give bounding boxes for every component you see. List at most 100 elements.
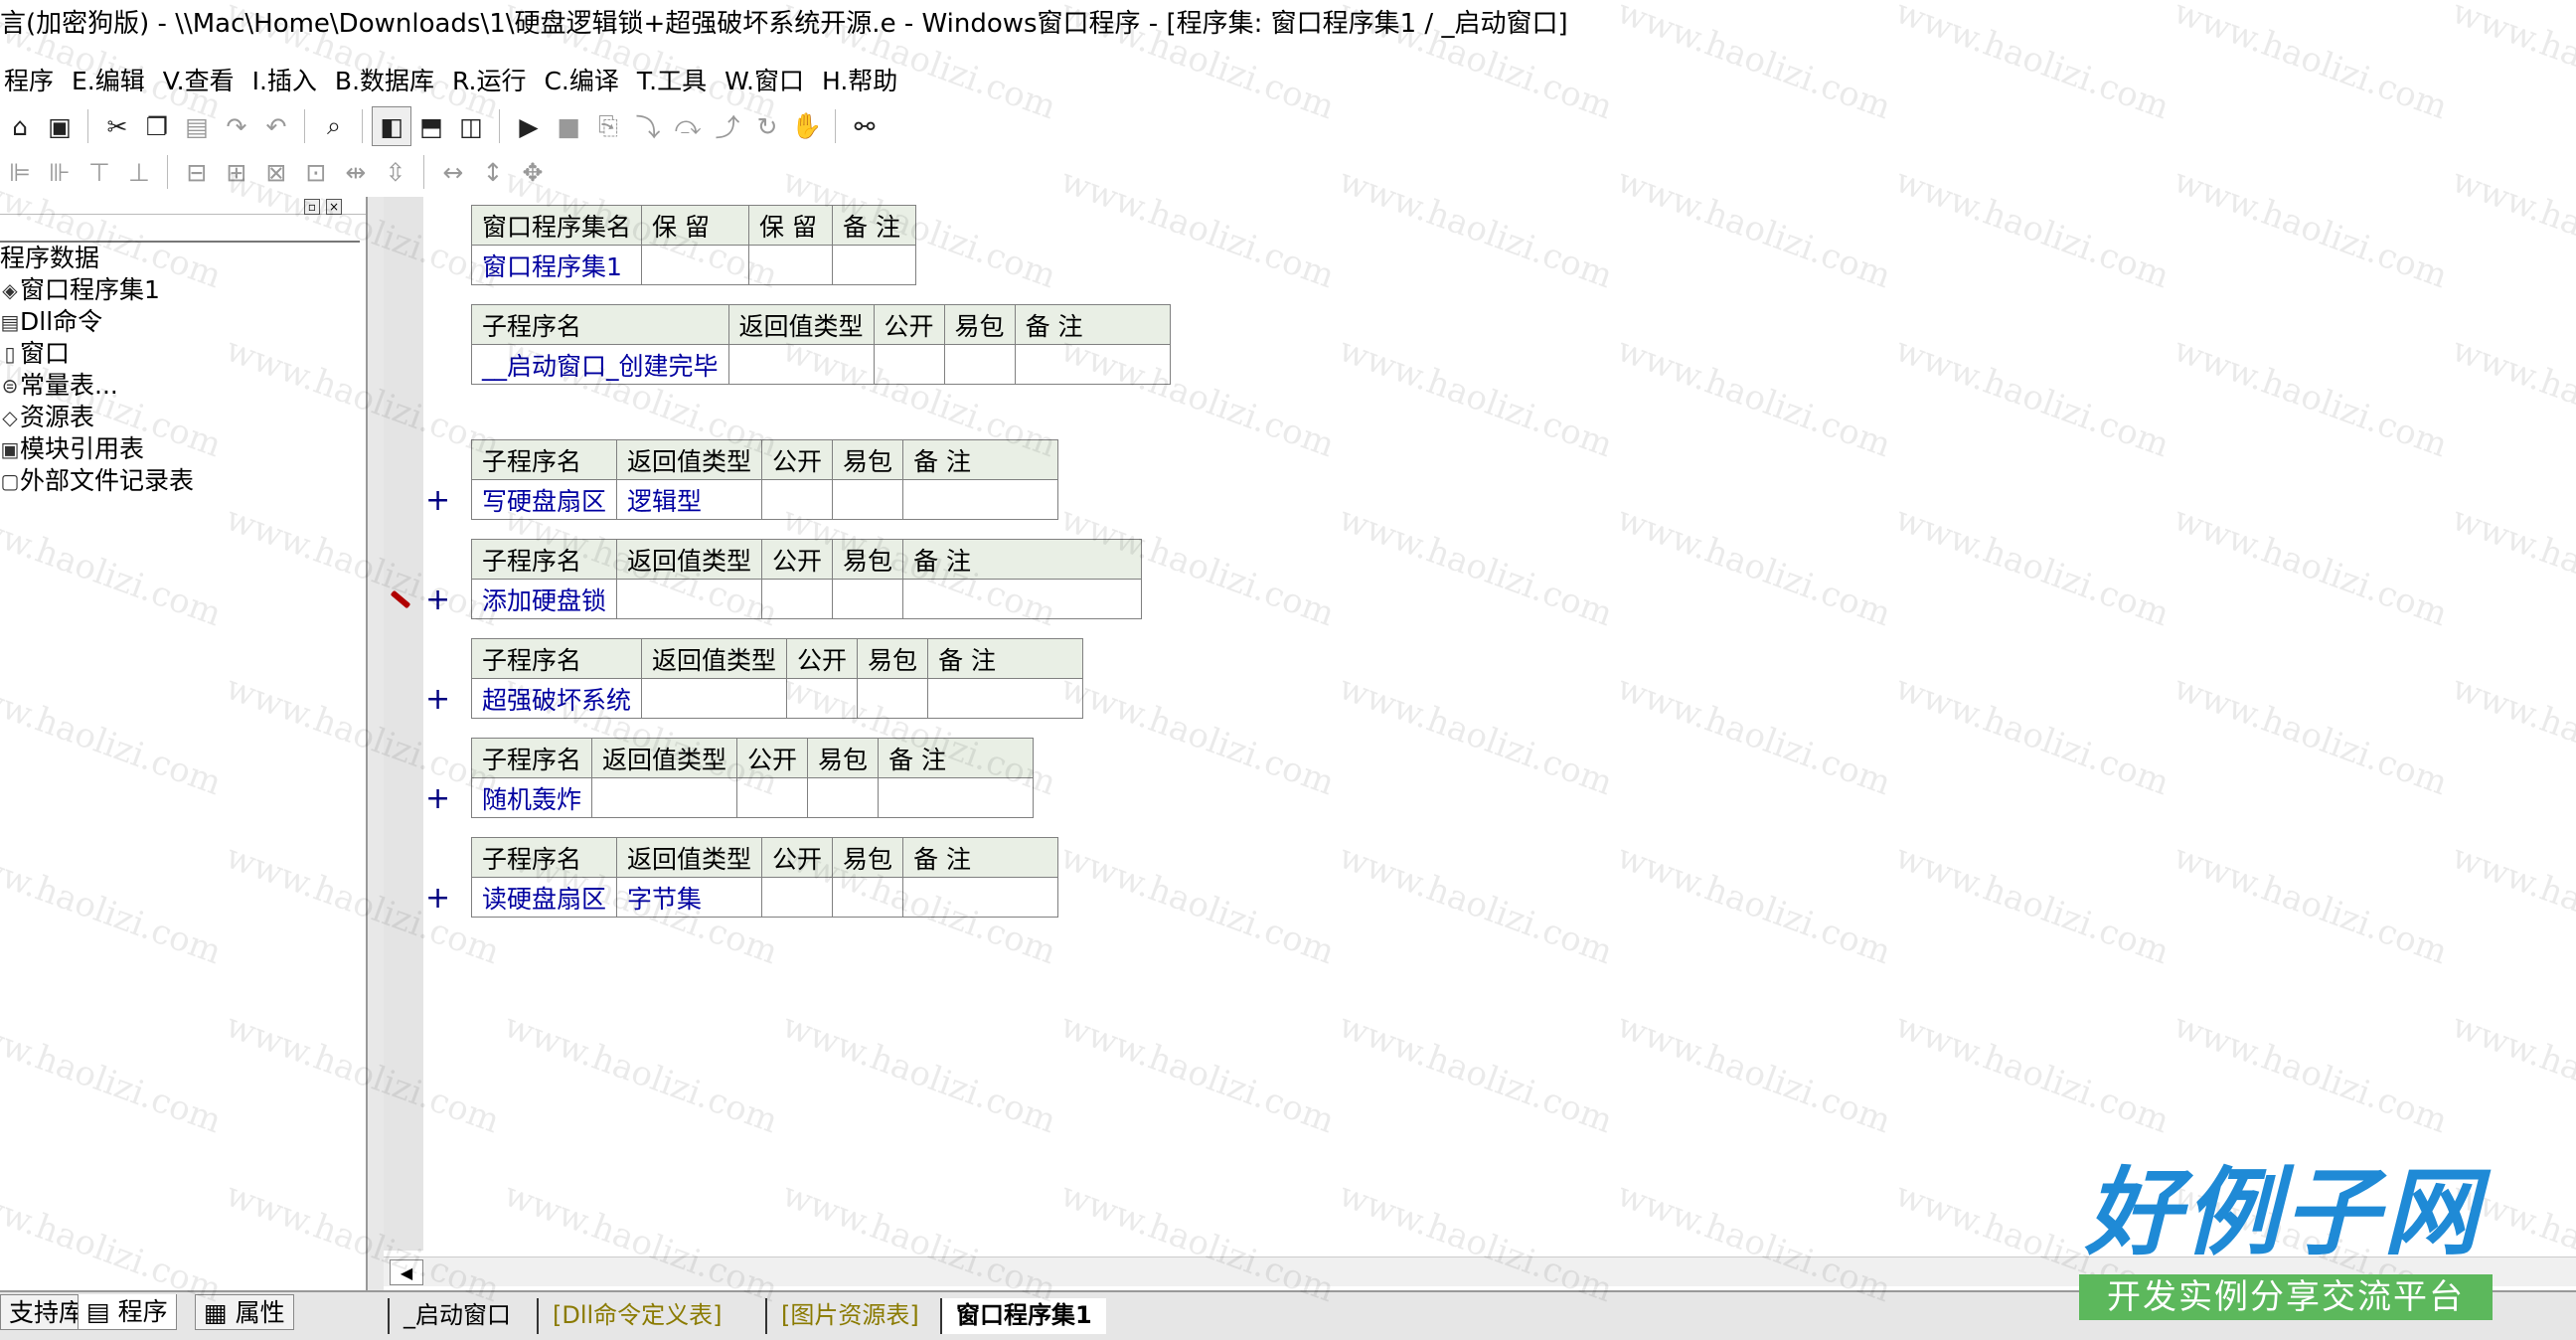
tree-item-resources[interactable]: ◇ 资源表 — [0, 402, 360, 433]
center-form-icon[interactable]: ✥ — [513, 152, 553, 192]
cut-icon[interactable]: ✂ — [97, 106, 137, 146]
align-right-icon[interactable]: ⊪ — [40, 152, 80, 192]
proc-name-cell[interactable]: 写硬盘扇区 — [470, 479, 618, 520]
value-cell[interactable] — [878, 777, 1035, 818]
expand-icon[interactable]: + — [425, 483, 450, 518]
restore-icon[interactable]: ▫ — [304, 199, 320, 215]
tree-item-external-files[interactable]: ▢ 外部文件记录表 — [0, 465, 360, 497]
return-type-cell[interactable]: 字节集 — [616, 877, 763, 918]
value-cell[interactable] — [736, 777, 809, 818]
value-cell[interactable] — [761, 579, 834, 619]
center-h-icon[interactable]: ⊟ — [177, 152, 217, 192]
menu-database[interactable]: B.数据库 — [331, 62, 448, 97]
binoculars-icon[interactable]: ⚯ — [845, 106, 885, 146]
align-bottom-icon[interactable]: ⊥ — [119, 152, 159, 192]
menu-window[interactable]: W.窗口 — [721, 62, 818, 97]
value-cell[interactable] — [807, 777, 880, 818]
value-cell[interactable] — [832, 479, 904, 520]
tab-program[interactable]: ▤ 程序 — [78, 1294, 177, 1330]
menu-run[interactable]: R.运行 — [448, 62, 540, 97]
proc-name-cell[interactable]: __启动窗口_创建完毕 — [471, 344, 729, 385]
splitter[interactable] — [368, 197, 384, 1290]
value-cell[interactable] — [616, 579, 763, 619]
menu-view[interactable]: V.查看 — [159, 62, 248, 97]
tree-item-modules[interactable]: ▣ 模块引用表 — [0, 433, 360, 465]
tree-item-constants[interactable]: ⊜ 常量表... — [0, 370, 360, 402]
value-cell[interactable] — [902, 479, 1059, 520]
align-top-icon[interactable]: ⊤ — [80, 152, 119, 192]
menu-edit[interactable]: E.编辑 — [68, 62, 159, 97]
expand-icon[interactable]: + — [425, 682, 450, 717]
value-cell[interactable] — [943, 344, 1016, 385]
value-cell[interactable] — [832, 579, 904, 619]
value-cell[interactable] — [902, 877, 1059, 918]
layout-left-icon[interactable]: ◧ — [372, 106, 411, 146]
value-cell[interactable] — [641, 678, 788, 719]
undo-icon[interactable]: ↶ — [256, 106, 296, 146]
save-icon[interactable]: ▣ — [40, 106, 80, 146]
value-cell[interactable] — [873, 344, 945, 385]
redo-icon[interactable]: ↷ — [217, 106, 256, 146]
tree-item-assembly[interactable]: ◈ 窗口程序集1 — [0, 274, 360, 306]
value-cell[interactable] — [1014, 344, 1171, 385]
menu-program[interactable]: 程序 — [0, 62, 68, 97]
run-icon[interactable]: ▶ — [509, 106, 549, 146]
value-cell[interactable] — [761, 479, 834, 520]
tab-dll-table[interactable]: [Dll命令定义表] — [537, 1298, 736, 1334]
tab-properties[interactable]: ▦ 属性 — [195, 1294, 294, 1330]
value-cell[interactable] — [727, 344, 875, 385]
same-width-icon[interactable]: ⊠ — [256, 152, 296, 192]
open-icon[interactable]: ⌂ — [0, 106, 40, 146]
scroll-left-icon[interactable]: ◀ — [390, 1259, 423, 1285]
hand-icon[interactable]: ✋ — [787, 106, 827, 146]
expand-icon[interactable]: + — [425, 781, 450, 816]
expand-icon[interactable]: + — [425, 583, 450, 617]
align-left-icon[interactable]: ⊫ — [0, 152, 40, 192]
space-v-icon[interactable]: ⇳ — [376, 152, 415, 192]
paste-icon[interactable]: ▤ — [177, 106, 217, 146]
code-editor[interactable]: 窗口程序集名 保 留 保 留 备 注 窗口程序集1 子程序名 返回值类型 公开 … — [384, 197, 2576, 1251]
value-cell[interactable] — [927, 678, 1084, 719]
proc-name-cell[interactable]: 读硬盘扇区 — [470, 877, 618, 918]
value-cell[interactable] — [902, 579, 1143, 619]
step-icon[interactable]: ⎘ — [588, 106, 628, 146]
find-icon[interactable]: ⌕ — [314, 106, 354, 146]
layout-split-icon[interactable]: ◫ — [451, 106, 491, 146]
heighten-icon[interactable]: ↕ — [473, 152, 513, 192]
copy-icon[interactable]: ❐ — [137, 106, 177, 146]
center-v-icon[interactable]: ⊞ — [217, 152, 256, 192]
value-cell[interactable] — [857, 678, 929, 719]
value-cell[interactable] — [641, 245, 750, 285]
step-into-icon[interactable]: ⤵ — [628, 106, 668, 146]
tab-start-window[interactable]: _启动窗口 — [388, 1298, 525, 1334]
proc-name-cell[interactable]: 添加硬盘锁 — [470, 579, 618, 619]
menu-insert[interactable]: I.插入 — [248, 62, 331, 97]
return-type-cell[interactable]: 逻辑型 — [616, 479, 763, 520]
same-height-icon[interactable]: ⊡ — [296, 152, 336, 192]
tree-root[interactable]: 程序数据 — [0, 243, 360, 274]
value-cell[interactable] — [591, 777, 738, 818]
assembly-name-cell[interactable]: 窗口程序集1 — [470, 245, 643, 285]
tree-item-dll[interactable]: ▤ Dll命令 — [0, 306, 360, 338]
space-h-icon[interactable]: ⇹ — [336, 152, 376, 192]
expand-icon[interactable]: + — [425, 881, 450, 916]
proc-name-cell[interactable]: 随机轰炸 — [470, 777, 593, 818]
proc-name-cell[interactable]: 超强破坏系统 — [470, 678, 643, 719]
step-over-icon[interactable]: ⤼ — [668, 106, 708, 146]
close-icon[interactable]: × — [326, 199, 342, 215]
value-cell[interactable] — [748, 245, 834, 285]
value-cell[interactable] — [761, 877, 834, 918]
value-cell[interactable] — [832, 245, 917, 285]
menu-help[interactable]: H.帮助 — [818, 62, 911, 97]
tab-image-resources[interactable]: [图片资源表] — [765, 1298, 933, 1334]
value-cell[interactable] — [832, 877, 904, 918]
tree-item-window[interactable]: ▯ 窗口 — [0, 338, 360, 370]
run-to-cursor-icon[interactable]: ↻ — [747, 106, 787, 146]
value-cell[interactable] — [786, 678, 859, 719]
layout-top-icon[interactable]: ⬒ — [411, 106, 451, 146]
tab-assembly[interactable]: 窗口程序集1 — [940, 1298, 1106, 1334]
widen-icon[interactable]: ↔ — [433, 152, 473, 192]
menu-tools[interactable]: T.工具 — [633, 62, 721, 97]
step-out-icon[interactable]: ⤴ — [708, 106, 747, 146]
menu-compile[interactable]: C.编译 — [540, 62, 632, 97]
